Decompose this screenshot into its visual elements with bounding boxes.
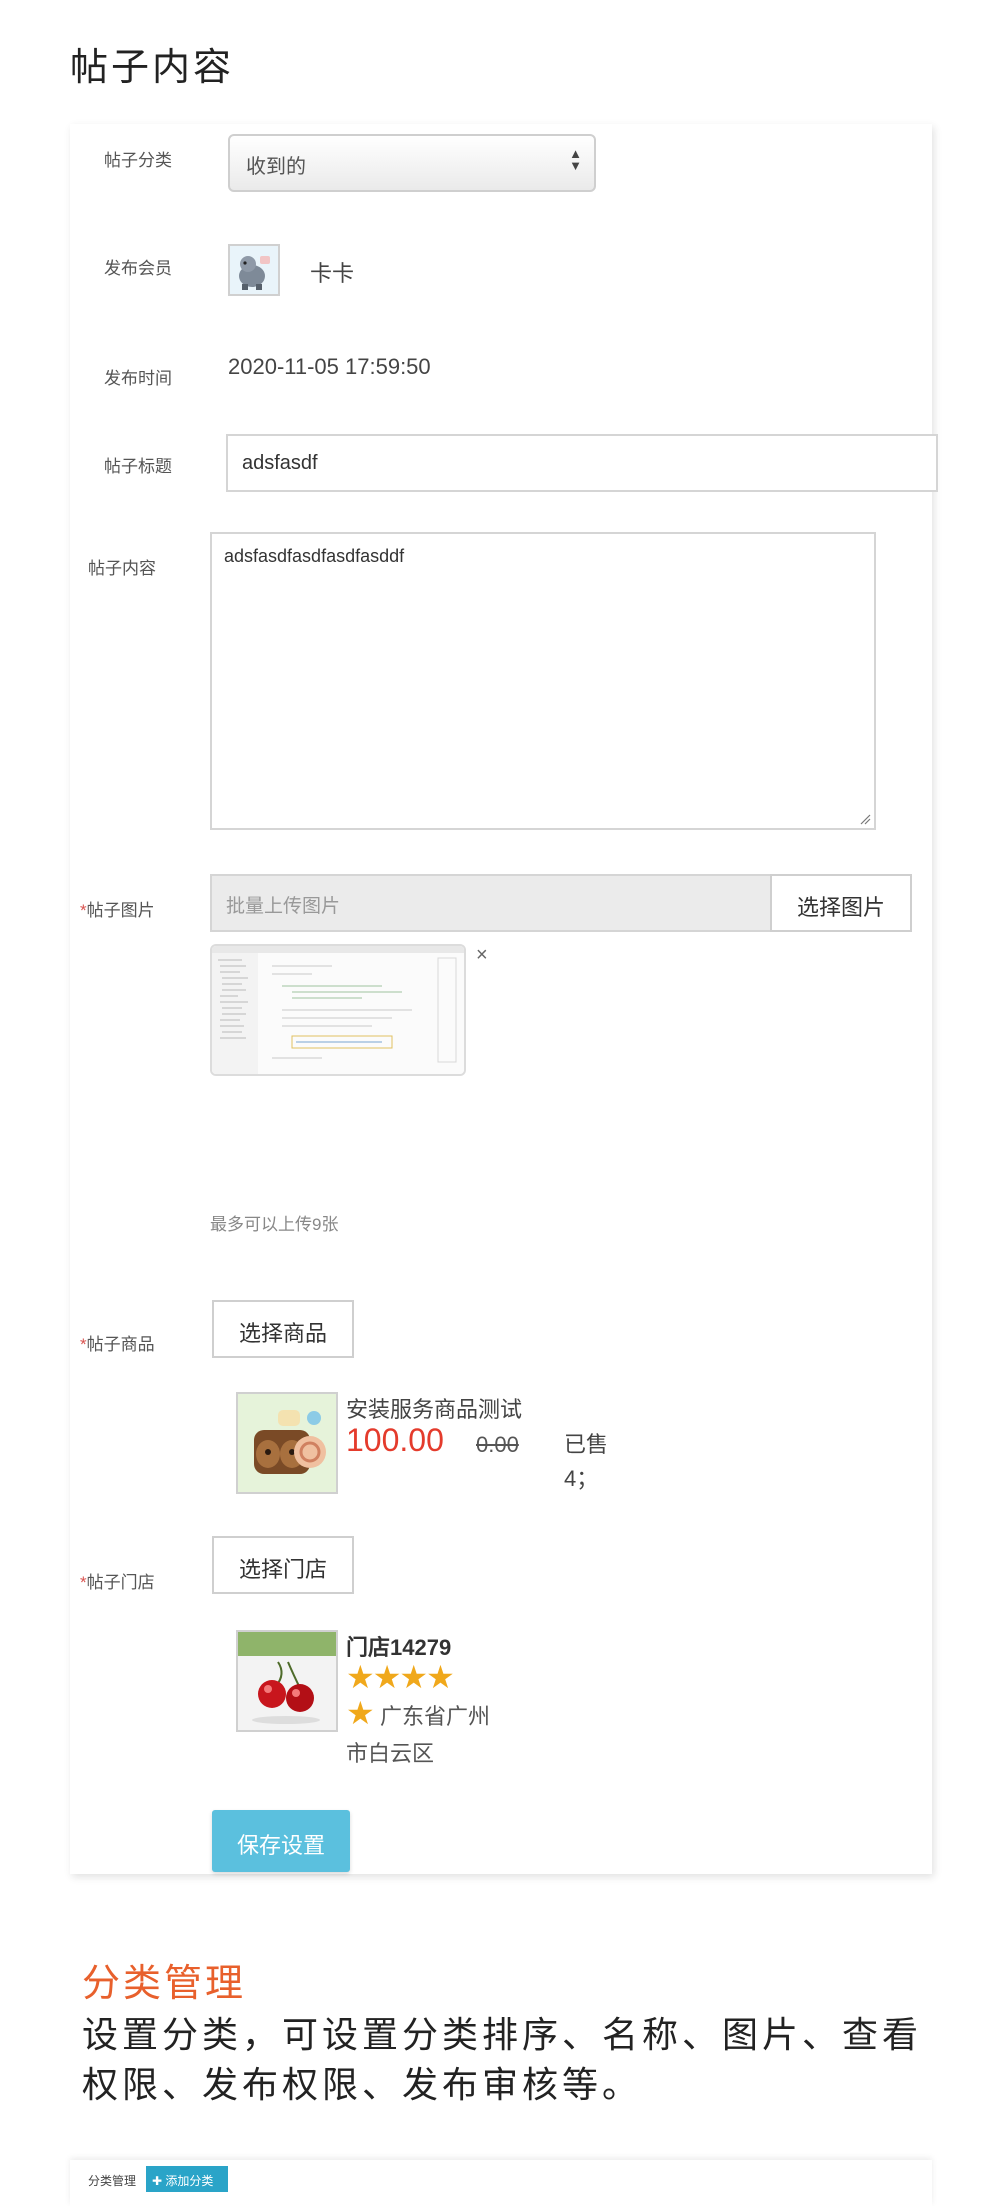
upload-limit-hint: 最多可以上传9张: [210, 1215, 339, 1234]
batch-upload-input[interactable]: 批量上传图片: [210, 874, 772, 932]
category-select[interactable]: 收到的 ▲ ▼: [228, 134, 596, 192]
choose-store-button[interactable]: 选择门店: [212, 1536, 354, 1594]
publish-time-value: 2020-11-05 17:59:50: [228, 354, 431, 379]
post-title-input[interactable]: adsfasdf: [226, 434, 938, 492]
post-images-label: *帖子图片: [80, 896, 155, 921]
section-title: 分类管理: [82, 1963, 247, 2005]
resize-handle-icon[interactable]: [859, 813, 871, 825]
post-form-panel: [70, 124, 932, 1874]
star-icon: ★: [372, 1659, 402, 1695]
post-goods-label-text: 帖子商品: [86, 1335, 155, 1354]
uploaded-image-thumbnail[interactable]: [210, 944, 466, 1076]
required-mark: *: [80, 1335, 87, 1354]
select-arrows-icon: ▲ ▼: [569, 146, 582, 173]
post-content-label: 帖子内容: [88, 559, 156, 578]
store-image: [236, 1630, 338, 1732]
goods-price: 100.00: [346, 1422, 444, 1458]
store-rating-stars: ★★★★: [346, 1659, 455, 1695]
store-address-line1: 广东省广州: [380, 1704, 491, 1729]
star-icon: ★: [346, 1659, 375, 1695]
preview-title: 分类管理: [88, 2174, 137, 2188]
star-icon: ★: [399, 1659, 428, 1695]
post-content-text: adsfasdfasdfasdfasddf: [224, 546, 405, 566]
store-address-line2: 市白云区: [346, 1741, 435, 1766]
star-icon: ★: [426, 1659, 455, 1695]
save-settings-button[interactable]: 保存设置: [212, 1810, 350, 1872]
goods-name: 安装服务商品测试: [346, 1397, 523, 1422]
choose-image-button[interactable]: 选择图片: [770, 874, 912, 932]
post-images-label-text: 帖子图片: [86, 901, 155, 920]
member-label: 发布会员: [104, 259, 172, 278]
choose-goods-button[interactable]: 选择商品: [212, 1300, 354, 1358]
member-avatar: [228, 244, 280, 296]
required-mark: *: [80, 901, 87, 920]
post-title-label: 帖子标题: [104, 457, 172, 476]
page-title: 帖子内容: [70, 47, 235, 89]
post-store-label: *帖子门店: [80, 1568, 155, 1593]
goods-image: [236, 1392, 338, 1494]
member-name: 卡卡: [310, 261, 355, 286]
store-name: 门店14279: [346, 1635, 452, 1660]
category-select-value: 收到的: [246, 156, 306, 178]
star-icon: ★: [346, 1695, 375, 1731]
post-goods-label: *帖子商品: [80, 1330, 155, 1355]
goods-sold-count: 已售4；: [564, 1432, 609, 1491]
required-mark: *: [80, 1573, 87, 1592]
add-category-button[interactable]: ✚ 添加分类: [146, 2166, 228, 2192]
section-description: 设置分类，可设置分类排序、名称、图片、查看权限、发布权限、发布审核等。: [82, 2014, 923, 2105]
category-label: 帖子分类: [104, 151, 172, 170]
post-content-textarea[interactable]: adsfasdfasdfasdfasddf: [210, 532, 876, 830]
remove-image-icon[interactable]: ×: [476, 944, 488, 967]
goods-original-price: 0.00: [476, 1432, 519, 1457]
publish-time-label: 发布时间: [104, 369, 172, 388]
post-store-label-text: 帖子门店: [86, 1573, 155, 1592]
